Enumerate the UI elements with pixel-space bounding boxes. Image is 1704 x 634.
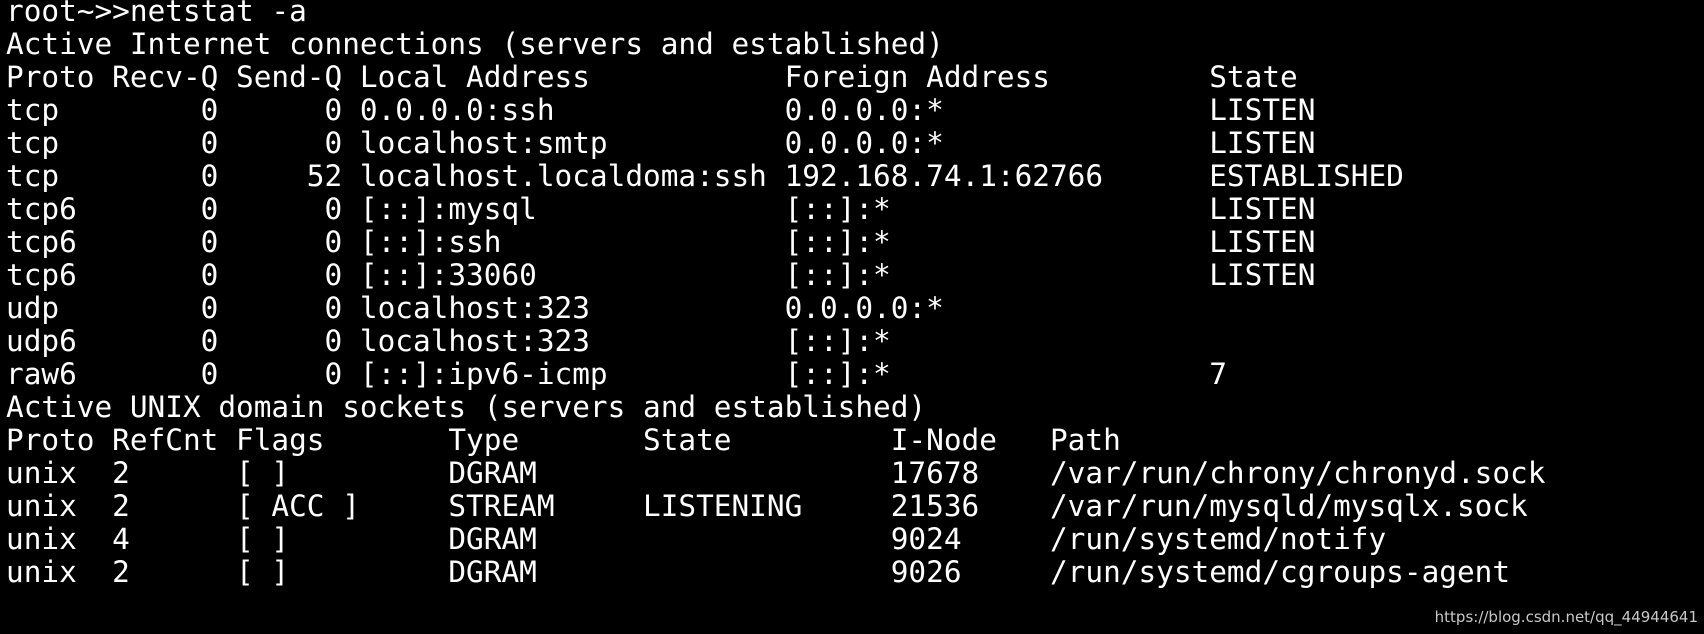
inet-connection-row: tcp 0 52 localhost.localdoma:ssh 192.168…: [6, 159, 1404, 193]
shell-prompt: root~>>: [6, 0, 130, 28]
inet-connection-row: tcp6 0 0 [::]:ssh [::]:* LISTEN: [6, 225, 1316, 259]
inet-section-header: Active Internet connections (servers and…: [6, 27, 944, 61]
command-text: netstat -a: [129, 0, 307, 28]
unix-socket-row: unix 2 [ ] DGRAM 17678 /var/run/chrony/c…: [6, 456, 1546, 490]
unix-socket-row: unix 4 [ ] DGRAM 9024 /run/systemd/notif…: [6, 522, 1387, 556]
unix-socket-row: unix 2 [ ] DGRAM 9026 /run/systemd/cgrou…: [6, 555, 1511, 589]
unix-section-header: Active UNIX domain sockets (servers and …: [6, 390, 927, 424]
inet-connection-row: tcp6 0 0 [::]:mysql [::]:* LISTEN: [6, 192, 1316, 226]
inet-connection-row: tcp 0 0 localhost:smtp 0.0.0.0:* LISTEN: [6, 126, 1316, 160]
inet-column-headers: Proto Recv-Q Send-Q Local Address Foreig…: [6, 60, 1298, 94]
command-line: root~>>netstat -a: [6, 0, 307, 29]
unix-socket-row: unix 2 [ ACC ] STREAM LISTENING 21536 /v…: [6, 489, 1528, 523]
terminal-window[interactable]: root~>>netstat -a Active Internet connec…: [0, 0, 1704, 634]
watermark-url: https://blog.csdn.net/qq_44944641: [1434, 608, 1698, 626]
unix-column-headers: Proto RefCnt Flags Type State I-Node Pat…: [6, 423, 1121, 457]
inet-connection-row: udp 0 0 localhost:323 0.0.0.0:*: [6, 291, 944, 325]
inet-connection-row: udp6 0 0 localhost:323 [::]:*: [6, 324, 891, 358]
inet-connection-row: raw6 0 0 [::]:ipv6-icmp [::]:* 7: [6, 357, 1227, 391]
inet-connection-row: tcp6 0 0 [::]:33060 [::]:* LISTEN: [6, 258, 1316, 292]
inet-connection-row: tcp 0 0 0.0.0.0:ssh 0.0.0.0:* LISTEN: [6, 93, 1316, 127]
